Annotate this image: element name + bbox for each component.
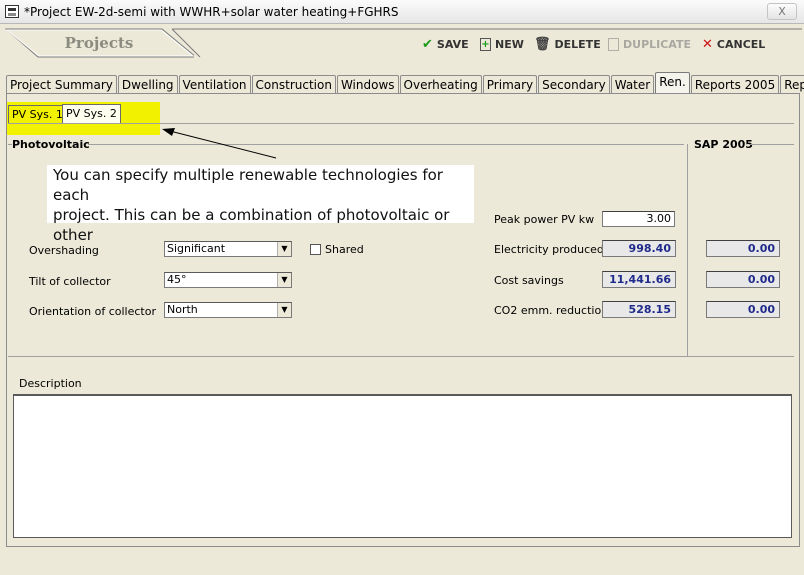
app-icon [5, 5, 19, 18]
peak-power-label: Peak power PV kw [494, 213, 595, 226]
window-title: *Project EW-2d-semi with WWHR+solar wate… [24, 5, 399, 19]
callout-arrow [162, 128, 277, 159]
trash-icon: 🗑 [534, 36, 551, 52]
tab-primary[interactable]: Primary [482, 75, 538, 94]
electricity-label: Electricity produced [494, 243, 604, 256]
projects-label: Projects [64, 34, 134, 52]
co2-label: CO2 emm. reduction [494, 304, 609, 317]
tab-reports[interactable]: Reports [780, 75, 804, 94]
shared-label: Shared [325, 243, 364, 256]
callout-line-1: You can specify multiple renewable techn… [53, 166, 443, 204]
overshading-select[interactable]: Significant ▼ [164, 241, 292, 257]
overshading-value: Significant [167, 242, 226, 255]
tab-project-summary[interactable]: Project Summary [6, 75, 117, 94]
photovoltaic-heading: Photovoltaic [12, 138, 90, 151]
window-close-button[interactable]: X [767, 3, 797, 20]
overshading-label: Overshading [29, 244, 99, 257]
duplicate-icon [608, 37, 619, 51]
tab-dwelling[interactable]: Dwelling [117, 75, 178, 94]
new-button[interactable]: + NEW [480, 36, 524, 52]
co2-value: 528.15 [602, 301, 676, 318]
chevron-down-icon: ▼ [277, 303, 291, 317]
cancel-button[interactable]: ✕ CANCEL [702, 36, 765, 52]
tilt-label: Tilt of collector [29, 275, 111, 288]
tab-renewables[interactable]: Ren. [655, 72, 690, 94]
tilt-select[interactable]: 45° ▼ [164, 272, 292, 288]
electricity-sap-value: 0.00 [706, 240, 780, 257]
tab-windows[interactable]: Windows [336, 75, 399, 94]
tab-overheating[interactable]: Overheating [399, 75, 482, 94]
tab-ventilation[interactable]: Ventilation [178, 75, 251, 94]
description-divider [8, 356, 794, 357]
callout-line-2: project. This can be a combination of ph… [53, 206, 450, 244]
co2-sap-value: 0.00 [706, 301, 780, 318]
new-label: NEW [495, 37, 524, 51]
main-tabs: Project Summary Dwelling Ventilation Con… [6, 72, 804, 94]
cost-savings-label: Cost savings [494, 274, 564, 287]
description-label: Description [19, 377, 82, 390]
callout-note: You can specify multiple renewable techn… [47, 165, 474, 244]
save-button[interactable]: ✔ SAVE [422, 36, 469, 52]
chevron-down-icon: ▼ [277, 273, 291, 287]
duplicate-button[interactable]: DUPLICATE [608, 36, 691, 52]
chevron-down-icon: ▼ [277, 242, 291, 256]
tab-reports-2005[interactable]: Reports 2005 [690, 75, 780, 94]
orientation-label: Orientation of collector [29, 305, 156, 318]
description-textarea[interactable] [13, 394, 792, 538]
subtab-divider [8, 123, 794, 124]
peak-power-input[interactable]: 3.00 [602, 211, 675, 227]
shared-checkbox[interactable] [310, 244, 321, 255]
checkmark-icon: ✔ [422, 36, 433, 52]
sap-divider [687, 144, 688, 356]
tab-secondary[interactable]: Secondary [538, 75, 610, 94]
sap-2005-heading: SAP 2005 [694, 138, 753, 151]
sap-rule [750, 144, 794, 145]
new-document-icon: + [480, 37, 491, 51]
orientation-value: North [167, 303, 198, 316]
photovoltaic-rule-left [8, 144, 12, 145]
duplicate-label: DUPLICATE [623, 37, 691, 51]
subtab-pv-sys-2[interactable]: PV Sys. 2 [62, 104, 121, 123]
cross-icon: ✕ [702, 36, 713, 52]
tab-water[interactable]: Water [610, 75, 655, 94]
tilt-value: 45° [167, 273, 187, 286]
save-label: SAVE [436, 37, 469, 51]
subtab-pv-sys-1[interactable]: PV Sys. 1 [8, 105, 67, 123]
projects-tab[interactable]: Projects [4, 28, 194, 58]
electricity-value: 998.40 [602, 240, 676, 257]
delete-label: DELETE [554, 37, 601, 51]
tab-construction[interactable]: Construction [251, 75, 336, 94]
title-bar: *Project EW-2d-semi with WWHR+solar wate… [0, 0, 804, 24]
cancel-label: CANCEL [716, 37, 766, 51]
delete-button[interactable]: 🗑 DELETE [534, 36, 601, 52]
cost-savings-sap-value: 0.00 [706, 271, 780, 288]
orientation-select[interactable]: North ▼ [164, 302, 292, 318]
cost-savings-value: 11,441.66 [602, 271, 676, 288]
